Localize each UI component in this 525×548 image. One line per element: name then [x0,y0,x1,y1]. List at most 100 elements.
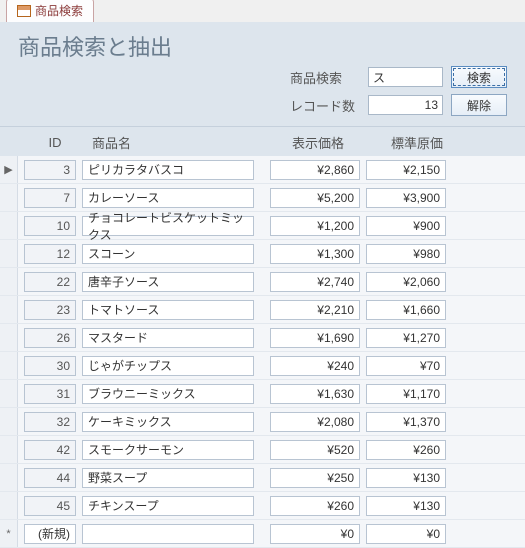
page-title: 商品検索と抽出 [18,30,515,62]
row-selector[interactable]: * [0,520,18,547]
cell-disp-price[interactable]: ¥2,210 [270,300,360,320]
cell-name[interactable] [82,524,254,544]
cell-disp-price[interactable]: ¥260 [270,496,360,516]
row-selector[interactable] [0,212,18,239]
cell-id[interactable]: 12 [24,244,76,264]
col-id: ID [22,135,88,150]
cell-std-cost[interactable]: ¥130 [366,496,446,516]
cell-name[interactable]: ピリカラタバスコ [82,160,254,180]
cell-name[interactable]: 野菜スープ [82,468,254,488]
cell-std-cost[interactable]: ¥260 [366,440,446,460]
cell-id[interactable]: 32 [24,412,76,432]
cell-name[interactable]: チキンスープ [82,496,254,516]
table-row: 42 スモークサーモン ¥520 ¥260 [0,436,525,464]
row-selector[interactable] [0,184,18,211]
record-count[interactable] [368,95,443,115]
cell-std-cost[interactable]: ¥1,170 [366,384,446,404]
row-selector[interactable] [0,464,18,491]
tab-product-search[interactable]: 商品検索 [6,0,94,22]
cell-disp-price[interactable]: ¥0 [270,524,360,544]
tab-label: 商品検索 [35,2,83,19]
data-grid: ▶ 3 ピリカラタバスコ ¥2,860 ¥2,150 7 カレーソース ¥5,200 ¥3,90… [0,156,525,548]
table-row: 32 ケーキミックス ¥2,080 ¥1,370 [0,408,525,436]
cell-disp-price[interactable]: ¥240 [270,356,360,376]
row-selector[interactable] [0,352,18,379]
cell-std-cost[interactable]: ¥3,900 [366,188,446,208]
cell-disp-price[interactable]: ¥1,690 [270,328,360,348]
cell-name[interactable]: カレーソース [82,188,254,208]
row-selector[interactable] [0,324,18,351]
cell-id[interactable]: 42 [24,440,76,460]
tab-strip: 商品検索 [0,0,525,22]
cell-std-cost[interactable]: ¥980 [366,244,446,264]
row-selector[interactable] [0,296,18,323]
cell-name[interactable]: スコーン [82,244,254,264]
cell-disp-price[interactable]: ¥250 [270,468,360,488]
clear-button[interactable]: 解除 [451,94,507,116]
cell-std-cost[interactable]: ¥2,150 [366,160,446,180]
col-disp-price: 表示価格 [266,133,370,152]
cell-std-cost[interactable]: ¥1,270 [366,328,446,348]
cell-name[interactable]: ケーキミックス [82,412,254,432]
cell-disp-price[interactable]: ¥2,860 [270,160,360,180]
row-selector[interactable] [0,436,18,463]
cell-id[interactable]: 26 [24,328,76,348]
form-window: 商品検索 商品検索と抽出 商品検索 検索 レコード数 解除 ID 商品名 表示価… [0,0,525,525]
row-selector[interactable] [0,268,18,295]
cell-name[interactable]: じゃがチップス [82,356,254,376]
cell-disp-price[interactable]: ¥5,200 [270,188,360,208]
cell-std-cost[interactable]: ¥1,660 [366,300,446,320]
cell-std-cost[interactable]: ¥70 [366,356,446,376]
cell-id[interactable]: 7 [24,188,76,208]
cell-name[interactable]: スモークサーモン [82,440,254,460]
cell-disp-price[interactable]: ¥2,080 [270,412,360,432]
column-headers: ID 商品名 表示価格 標準原価 [0,127,525,156]
search-label: 商品検索 [290,68,360,87]
cell-name[interactable]: チョコレートビスケットミックス [82,216,254,236]
cell-id[interactable]: 31 [24,384,76,404]
col-name: 商品名 [88,133,266,152]
cell-id[interactable]: (新規) [24,524,76,544]
cell-name[interactable]: トマトソース [82,300,254,320]
cell-disp-price[interactable]: ¥1,200 [270,216,360,236]
row-selector[interactable] [0,408,18,435]
row-selector[interactable] [0,380,18,407]
cell-std-cost[interactable]: ¥900 [366,216,446,236]
header-panel: 商品検索と抽出 商品検索 検索 レコード数 解除 [0,22,525,127]
table-row: 31 ブラウニーミックス ¥1,630 ¥1,170 [0,380,525,408]
table-row: * (新規) ¥0 ¥0 [0,520,525,548]
count-label: レコード数 [290,96,360,115]
table-row: 12 スコーン ¥1,300 ¥980 [0,240,525,268]
cell-std-cost[interactable]: ¥0 [366,524,446,544]
search-button[interactable]: 検索 [451,66,507,88]
search-input[interactable] [368,67,443,87]
cell-id[interactable]: 3 [24,160,76,180]
table-row: 30 じゃがチップス ¥240 ¥70 [0,352,525,380]
cell-id[interactable]: 10 [24,216,76,236]
cell-name[interactable]: 唐辛子ソース [82,272,254,292]
cell-id[interactable]: 22 [24,272,76,292]
row-selector[interactable]: ▶ [0,156,18,183]
row-selector[interactable] [0,240,18,267]
cell-disp-price[interactable]: ¥1,300 [270,244,360,264]
table-row: 22 唐辛子ソース ¥2,740 ¥2,060 [0,268,525,296]
cell-id[interactable]: 45 [24,496,76,516]
table-row: ▶ 3 ピリカラタバスコ ¥2,860 ¥2,150 [0,156,525,184]
cell-name[interactable]: ブラウニーミックス [82,384,254,404]
table-row: 23 トマトソース ¥2,210 ¥1,660 [0,296,525,324]
row-selector[interactable] [0,492,18,519]
cell-name[interactable]: マスタード [82,328,254,348]
cell-disp-price[interactable]: ¥1,630 [270,384,360,404]
cell-id[interactable]: 23 [24,300,76,320]
cell-std-cost[interactable]: ¥1,370 [366,412,446,432]
cell-id[interactable]: 44 [24,468,76,488]
cell-id[interactable]: 30 [24,356,76,376]
table-row: 44 野菜スープ ¥250 ¥130 [0,464,525,492]
col-std-cost: 標準原価 [370,133,464,152]
cell-std-cost[interactable]: ¥130 [366,468,446,488]
form-icon [17,5,31,17]
cell-std-cost[interactable]: ¥2,060 [366,272,446,292]
cell-disp-price[interactable]: ¥2,740 [270,272,360,292]
table-row: 7 カレーソース ¥5,200 ¥3,900 [0,184,525,212]
cell-disp-price[interactable]: ¥520 [270,440,360,460]
